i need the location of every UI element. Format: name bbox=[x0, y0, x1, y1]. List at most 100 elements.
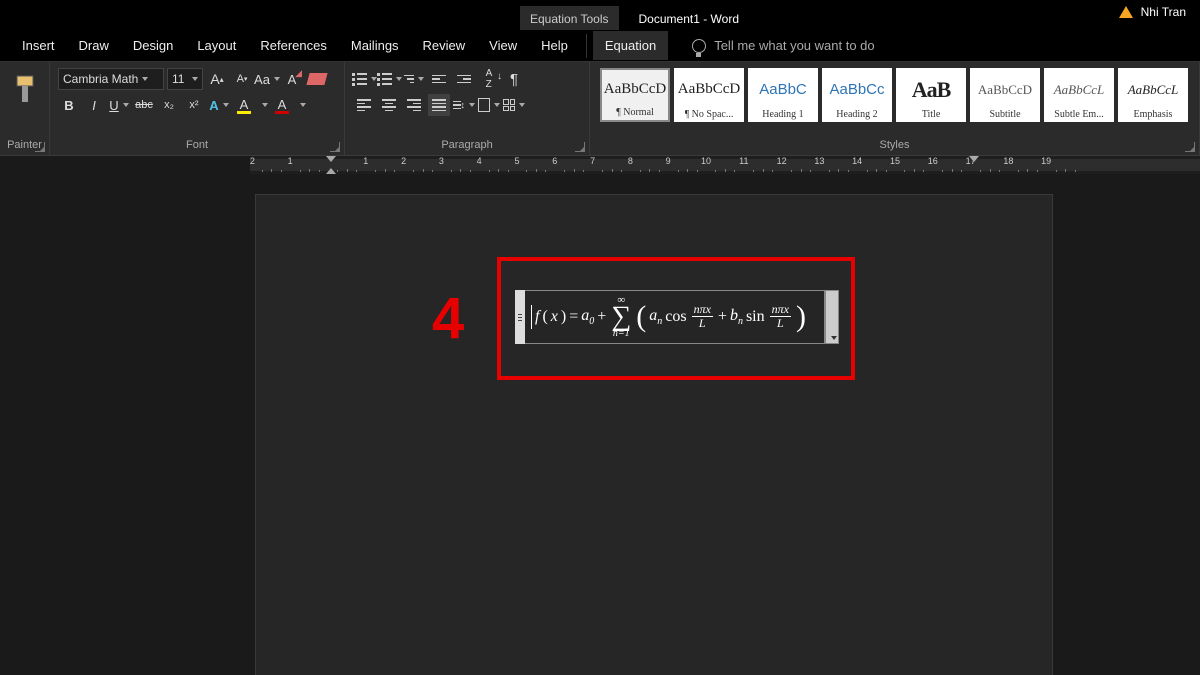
style-sample: AaBbC bbox=[759, 70, 807, 109]
chevron-down-icon bbox=[192, 77, 198, 81]
style-tile--normal[interactable]: AaBbCcD¶ Normal bbox=[600, 68, 670, 122]
align-center-button[interactable] bbox=[378, 94, 400, 116]
tab-equation[interactable]: Equation bbox=[593, 31, 668, 60]
borders-icon bbox=[503, 99, 515, 111]
align-left-button[interactable] bbox=[353, 94, 375, 116]
ruler-number: 16 bbox=[928, 156, 938, 166]
ruler-tick bbox=[990, 169, 991, 172]
tab-view[interactable]: View bbox=[477, 31, 529, 60]
style-sample: AaBbCcL bbox=[1128, 70, 1179, 109]
style-tile-emphasis[interactable]: AaBbCcLEmphasis bbox=[1118, 68, 1188, 122]
right-indent-marker[interactable] bbox=[969, 156, 979, 162]
underline-button[interactable]: U bbox=[108, 94, 130, 116]
tab-mailings[interactable]: Mailings bbox=[339, 31, 411, 60]
style-tile-subtle-em-[interactable]: AaBbCcLSubtle Em... bbox=[1044, 68, 1114, 122]
chevron-down-icon[interactable] bbox=[262, 103, 268, 107]
justify-button[interactable] bbox=[428, 94, 450, 116]
hanging-indent-marker[interactable] bbox=[326, 168, 336, 174]
font-name-combo[interactable]: Cambria Math bbox=[58, 68, 164, 90]
line-spacing-button[interactable]: ↕ bbox=[453, 94, 475, 116]
ruler-tick bbox=[602, 170, 603, 172]
ruler-tick bbox=[375, 170, 376, 172]
bold-button[interactable]: B bbox=[58, 94, 80, 116]
show-marks-button[interactable]: ¶ bbox=[503, 68, 525, 90]
ruler-tick bbox=[526, 170, 527, 172]
ruler-tick bbox=[337, 170, 338, 172]
ruler-tick bbox=[1027, 169, 1028, 172]
font-size-combo[interactable]: 11 bbox=[167, 68, 203, 90]
ruler-tick bbox=[867, 170, 868, 172]
format-painter-icon[interactable] bbox=[13, 74, 37, 106]
eraser-icon bbox=[306, 73, 327, 85]
chevron-down-icon[interactable] bbox=[300, 103, 306, 107]
style-name-label: Emphasis bbox=[1134, 109, 1173, 120]
ruler-tick bbox=[1018, 170, 1019, 172]
chevron-down-icon bbox=[142, 77, 148, 81]
superscript-button[interactable]: x² bbox=[183, 94, 205, 116]
style-tile-heading-2[interactable]: AaBbCcHeading 2 bbox=[822, 68, 892, 122]
grow-font-button[interactable]: A▴ bbox=[206, 68, 228, 90]
ruler-tick bbox=[621, 170, 622, 172]
tab-references[interactable]: References bbox=[248, 31, 338, 60]
ruler-tick bbox=[545, 170, 546, 172]
user-badge[interactable]: Nhi Tran bbox=[1119, 5, 1186, 19]
ruler-number: 19 bbox=[1041, 156, 1051, 166]
ruler-tick bbox=[612, 169, 613, 172]
tell-me-search[interactable]: Tell me what you want to do bbox=[692, 38, 874, 53]
change-case-button[interactable]: Aa bbox=[256, 68, 278, 90]
font-dialog-launcher[interactable] bbox=[330, 142, 340, 152]
first-line-indent-marker[interactable] bbox=[326, 156, 336, 162]
ruler-tick bbox=[697, 170, 698, 172]
shading-button[interactable] bbox=[478, 94, 500, 116]
align-right-button[interactable] bbox=[403, 94, 425, 116]
eraser-button[interactable] bbox=[306, 68, 328, 90]
tab-review[interactable]: Review bbox=[411, 31, 478, 60]
ruler-number: 14 bbox=[852, 156, 862, 166]
chevron-down-icon bbox=[123, 103, 129, 107]
bullets-icon bbox=[352, 73, 367, 86]
ruler-number: 3 bbox=[439, 156, 444, 166]
multilevel-list-button[interactable] bbox=[403, 68, 425, 90]
clipboard-dialog-launcher[interactable] bbox=[35, 142, 45, 152]
shrink-font-button[interactable]: A▾ bbox=[231, 68, 253, 90]
ruler-tick bbox=[498, 169, 499, 172]
ruler-number: 2 bbox=[250, 156, 255, 166]
clear-formatting-button[interactable]: A◢ bbox=[281, 68, 303, 90]
style-tile-subtitle[interactable]: AaBbCcDSubtitle bbox=[970, 68, 1040, 122]
styles-dialog-launcher[interactable] bbox=[1185, 142, 1195, 152]
increase-indent-button[interactable] bbox=[453, 68, 475, 90]
tab-design[interactable]: Design bbox=[121, 31, 185, 60]
bullets-button[interactable] bbox=[353, 68, 375, 90]
ruler-tick bbox=[356, 170, 357, 172]
sort-button[interactable]: AZ↓ bbox=[478, 68, 500, 90]
ruler-tick bbox=[687, 169, 688, 172]
style-tile-heading-1[interactable]: AaBbCHeading 1 bbox=[748, 68, 818, 122]
ruler-number: 13 bbox=[814, 156, 824, 166]
ruler-number: 8 bbox=[628, 156, 633, 166]
style-tile-title[interactable]: AaBTitle bbox=[896, 68, 966, 122]
tab-layout[interactable]: Layout bbox=[185, 31, 248, 60]
font-color-button[interactable]: A bbox=[271, 94, 293, 116]
horizontal-ruler[interactable]: 2112345678910111213141516171819 bbox=[250, 156, 1200, 174]
ruler-tick bbox=[753, 170, 754, 172]
tab-help[interactable]: Help bbox=[529, 31, 580, 60]
tab-insert[interactable]: Insert bbox=[10, 31, 67, 60]
style-name-label: Subtitle bbox=[989, 109, 1020, 120]
tab-draw[interactable]: Draw bbox=[67, 31, 121, 60]
ruler-tick bbox=[914, 169, 915, 172]
ruler-tick bbox=[460, 169, 461, 172]
decrease-indent-button[interactable] bbox=[428, 68, 450, 90]
numbering-button[interactable] bbox=[378, 68, 400, 90]
ruler-tick bbox=[876, 169, 877, 172]
strikethrough-button[interactable]: abc bbox=[133, 94, 155, 116]
italic-button[interactable]: I bbox=[83, 94, 105, 116]
ruler-tick bbox=[1056, 170, 1057, 172]
group-label-paragraph: Paragraph bbox=[353, 137, 581, 153]
subscript-button[interactable]: x₂ bbox=[158, 94, 180, 116]
text-effects-button[interactable]: A bbox=[208, 94, 230, 116]
paragraph-dialog-launcher[interactable] bbox=[575, 142, 585, 152]
borders-button[interactable] bbox=[503, 94, 525, 116]
document-canvas[interactable] bbox=[0, 176, 1200, 675]
highlight-button[interactable]: A bbox=[233, 94, 255, 116]
style-tile--no-spac-[interactable]: AaBbCcD¶ No Spac... bbox=[674, 68, 744, 122]
